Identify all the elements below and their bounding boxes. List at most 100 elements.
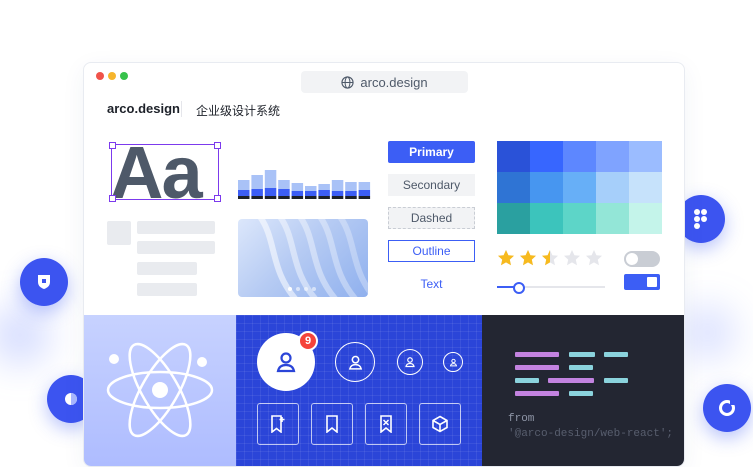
bar-segment [238, 180, 250, 190]
avatar-medium[interactable] [335, 342, 375, 382]
star-rating[interactable] [497, 249, 607, 269]
bar-segment [291, 196, 304, 199]
outline-button[interactable]: Outline [388, 240, 475, 262]
bar-segment [345, 196, 357, 199]
skeleton-line [137, 262, 197, 275]
skeleton-line [137, 241, 215, 254]
color-swatch[interactable] [497, 203, 530, 234]
bookmark-icon [326, 415, 338, 433]
bar-segment [278, 180, 290, 189]
star-icon[interactable] [519, 249, 537, 267]
header-divider [181, 101, 182, 117]
star-icon[interactable] [563, 249, 581, 267]
bar-segment [238, 190, 250, 196]
carousel-dot[interactable] [296, 287, 300, 291]
image-carousel[interactable] [238, 219, 368, 297]
bar-segment [305, 196, 317, 199]
user-icon [449, 358, 457, 366]
toggle-switch-on[interactable] [624, 274, 660, 290]
slider-thumb[interactable] [512, 282, 525, 294]
bar-segment [318, 196, 330, 199]
glow-left [0, 305, 50, 365]
ring-app-icon[interactable] [703, 384, 751, 432]
bar-segment [345, 191, 357, 196]
code-line [604, 378, 628, 383]
browser-window: arco.design arco.design 企业级设计系统 Aa Prima… [83, 62, 685, 467]
star-icon[interactable] [497, 249, 515, 267]
code-line [569, 391, 593, 396]
primary-button[interactable]: Primary [388, 141, 475, 163]
text-button[interactable]: Text [388, 273, 475, 295]
color-swatch[interactable] [596, 172, 629, 203]
bookmark-remove-button[interactable] [365, 403, 407, 445]
dashed-button[interactable]: Dashed [388, 207, 475, 229]
carousel-dot[interactable] [304, 287, 308, 291]
bar-segment [318, 184, 330, 190]
color-swatch[interactable] [629, 141, 662, 172]
carousel-dot[interactable] [288, 287, 292, 291]
code-from-keyword: from [508, 413, 535, 425]
bar-segment [358, 190, 371, 196]
resize-handle-tl[interactable] [109, 142, 116, 149]
user-icon [348, 355, 362, 370]
selection-box[interactable] [109, 142, 221, 202]
resize-handle-bl[interactable] [109, 195, 116, 202]
address-bar[interactable]: arco.design [301, 71, 468, 93]
bar-segment [264, 196, 277, 199]
bar-segment [331, 180, 344, 191]
color-palette [497, 141, 662, 234]
color-swatch[interactable] [563, 141, 596, 172]
shield-app-icon[interactable] [20, 258, 68, 306]
close-dot[interactable] [96, 72, 104, 80]
bookmark-button[interactable] [311, 403, 353, 445]
slider[interactable] [497, 282, 605, 294]
bar-segment [318, 190, 330, 196]
bookmark-add-button[interactable] [257, 403, 299, 445]
code-line [548, 378, 594, 383]
secondary-button[interactable]: Secondary [388, 174, 475, 196]
url-text: arco.design [360, 74, 428, 90]
bar-segment [305, 186, 317, 191]
resize-handle-br[interactable] [214, 195, 221, 202]
color-swatch[interactable] [497, 141, 530, 172]
star-icon[interactable] [541, 249, 559, 267]
switch-knob [626, 253, 638, 265]
box-button[interactable] [419, 403, 461, 445]
avatar-icons-panel: 9 [236, 315, 482, 466]
color-swatch[interactable] [596, 203, 629, 234]
switch-knob [647, 277, 657, 287]
code-line [569, 365, 593, 370]
code-line [515, 391, 559, 396]
maximize-dot[interactable] [120, 72, 128, 80]
bar-segment [278, 196, 290, 199]
notification-badge: 9 [298, 331, 318, 351]
color-swatch[interactable] [596, 141, 629, 172]
atom-panel [84, 315, 236, 466]
bar-segment [331, 191, 344, 196]
avatar-mini[interactable] [443, 352, 463, 372]
bookmark-x-icon [380, 415, 392, 433]
minimize-dot[interactable] [108, 72, 116, 80]
bar-segment [251, 196, 263, 199]
resize-handle-tr[interactable] [214, 142, 221, 149]
bar-segment [251, 189, 263, 196]
avatar-small[interactable] [397, 349, 423, 375]
stacked-bar-chart [238, 170, 371, 199]
color-swatch[interactable] [563, 203, 596, 234]
color-swatch[interactable] [563, 172, 596, 203]
color-swatch[interactable] [530, 172, 563, 203]
color-swatch[interactable] [629, 203, 662, 234]
bar-segment [238, 196, 250, 199]
color-swatch[interactable] [629, 172, 662, 203]
color-swatch[interactable] [530, 203, 563, 234]
toggle-switch-off[interactable] [624, 251, 660, 267]
brand-logo[interactable]: arco.design [107, 101, 180, 116]
bar-segment [264, 188, 277, 196]
bar-segment [358, 196, 371, 199]
bar-segment [264, 170, 277, 188]
carousel-dot[interactable] [312, 287, 316, 291]
code-module-string: '@arco-design/web-react'; [508, 428, 674, 440]
color-swatch[interactable] [497, 172, 530, 203]
star-icon[interactable] [585, 249, 603, 267]
color-swatch[interactable] [530, 141, 563, 172]
